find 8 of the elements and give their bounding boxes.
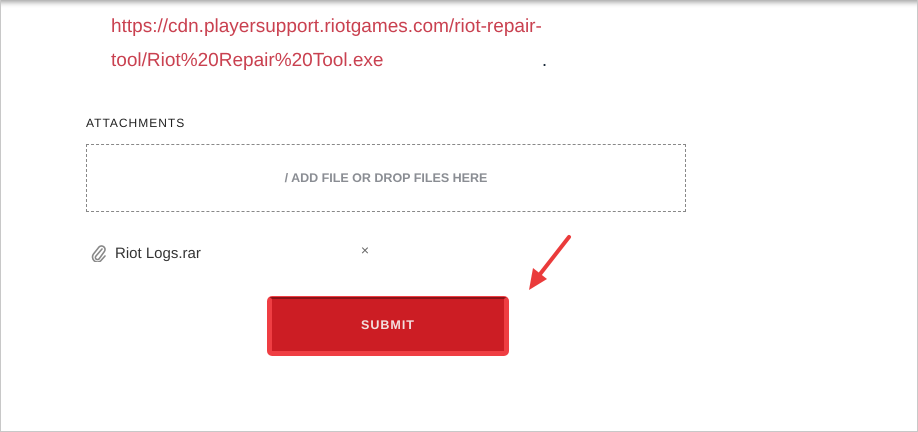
attachments-label: ATTACHMENTS xyxy=(86,116,186,130)
remove-file-button[interactable]: × xyxy=(360,242,369,258)
submit-button[interactable]: SUBMIT xyxy=(268,297,508,355)
paperclip-icon xyxy=(91,244,107,262)
file-drop-zone[interactable]: / ADD FILE OR DROP FILES HERE xyxy=(86,144,686,212)
download-link[interactable]: https://cdn.playersupport.riotgames.com/riot-repair- tool/Riot%20Repair%20Tool.exe xyxy=(111,10,542,78)
period-text: . xyxy=(542,50,548,71)
file-name: Riot Logs.rar xyxy=(115,244,201,262)
